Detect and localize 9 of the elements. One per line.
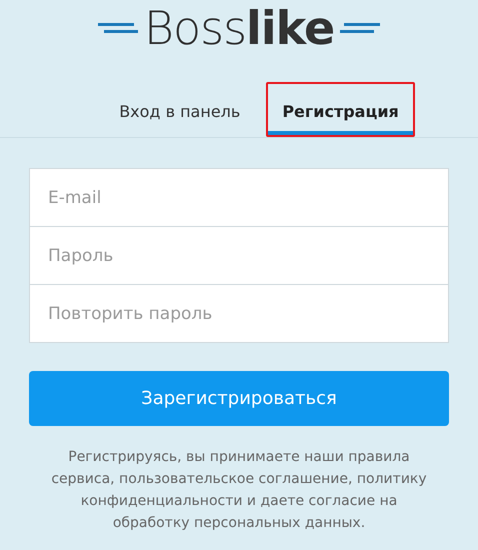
tab[interactable]: Вход в панель: [103, 82, 256, 137]
input-field[interactable]: Пароль: [29, 226, 449, 285]
input-field[interactable]: Повторить пароль: [29, 284, 449, 343]
tab[interactable]: Регистрация: [266, 82, 415, 137]
logo: Bosslike: [144, 1, 334, 55]
double-dash-icon: [340, 21, 380, 35]
double-dash-icon: [98, 21, 138, 35]
input-field[interactable]: E-mail: [29, 168, 449, 227]
terms-text: Регистрируясь, вы принимаете наши правила сервиса, пользовательское соглашение, политику конфиденциальности и даете согласие на обработку персональных данных.: [50, 448, 428, 533]
